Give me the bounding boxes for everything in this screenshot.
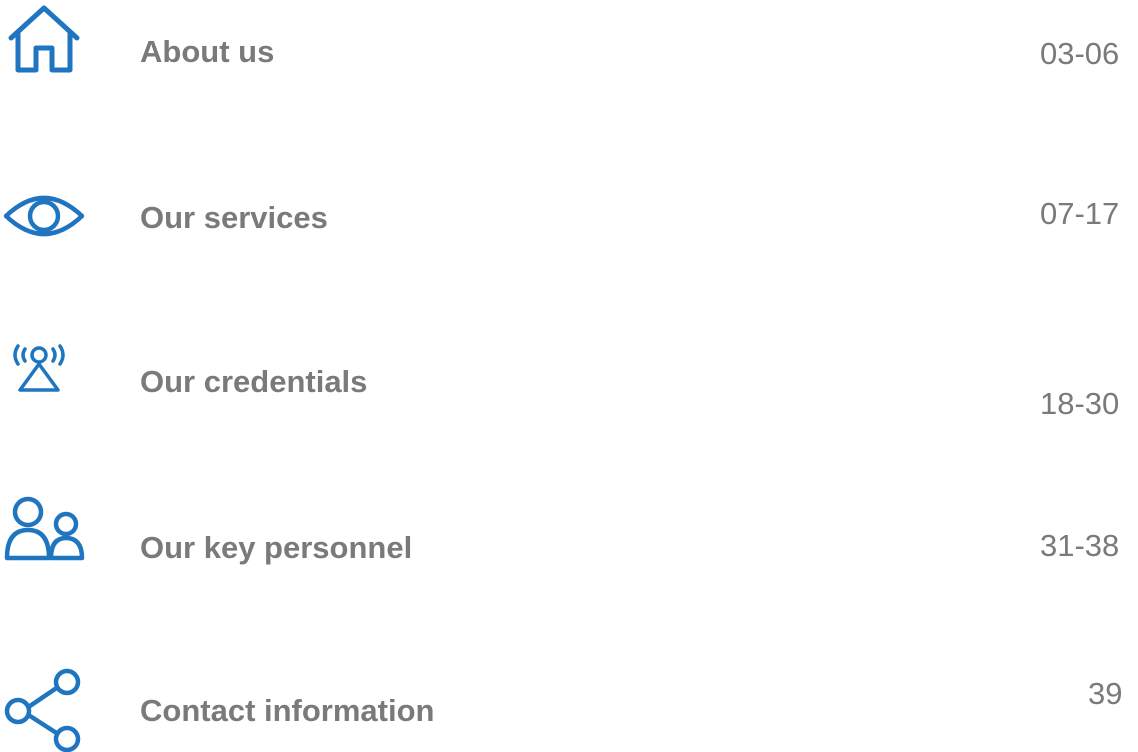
home-icon bbox=[6, 4, 82, 76]
eye-icon bbox=[2, 190, 86, 242]
toc-page-range: 39 bbox=[1088, 676, 1123, 711]
toc-item-our-key-personnel[interactable]: Our key personnel 31-38 bbox=[0, 490, 1138, 590]
toc-label: Our services bbox=[140, 200, 328, 235]
toc-label: Our key personnel bbox=[140, 530, 413, 565]
toc-page-range: 03-06 bbox=[1040, 36, 1120, 71]
toc-item-our-credentials[interactable]: Our credentials 18-30 bbox=[0, 320, 1138, 420]
table-of-contents: About us 03-06 Our services 07-17 Our cr… bbox=[0, 0, 1138, 752]
share-icon bbox=[4, 668, 84, 752]
toc-label: About us bbox=[140, 34, 275, 69]
toc-item-our-services[interactable]: Our services 07-17 bbox=[0, 160, 1138, 260]
toc-page-range: 18-30 bbox=[1040, 386, 1120, 421]
toc-page-range: 07-17 bbox=[1040, 196, 1120, 231]
toc-label: Contact information bbox=[140, 693, 435, 728]
toc-page-range: 31-38 bbox=[1040, 528, 1120, 563]
toc-item-about-us[interactable]: About us 03-06 bbox=[0, 0, 1138, 100]
broadcast-tower-icon bbox=[8, 340, 70, 394]
people-icon bbox=[4, 494, 86, 564]
toc-label: Our credentials bbox=[140, 364, 368, 399]
toc-item-contact-information[interactable]: Contact information 39 bbox=[0, 640, 1138, 752]
